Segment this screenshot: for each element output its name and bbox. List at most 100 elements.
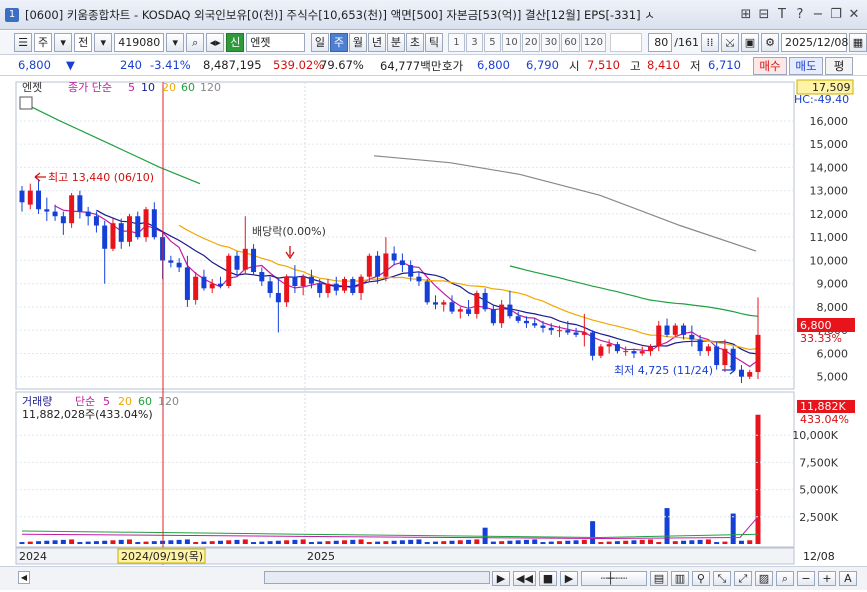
period-tab[interactable]: 주 [329, 33, 348, 52]
tool-icon[interactable]: ⤩ [721, 33, 739, 52]
interval-input[interactable] [610, 33, 642, 52]
volume-bar [52, 540, 58, 544]
candle-body [482, 292, 488, 310]
volume-bar [85, 541, 91, 544]
layout-icon[interactable]: ▤ [649, 571, 668, 586]
candle-body [590, 332, 596, 356]
volume-bar [474, 539, 480, 544]
candle-body [499, 304, 505, 324]
candle-body [399, 260, 405, 266]
minimize-icon[interactable]: − [811, 7, 825, 22]
split-icon[interactable]: ▥ [670, 571, 689, 586]
line-tool-icon[interactable]: ⤡ [712, 571, 731, 586]
scroll-left-icon[interactable]: ◀ [18, 571, 30, 584]
volume-bar [168, 540, 174, 544]
interval-button[interactable]: 3 [465, 33, 483, 52]
close-icon[interactable]: ✕ [847, 7, 861, 22]
gear-icon[interactable]: ⚙ [761, 33, 779, 52]
candle-body [606, 344, 612, 347]
play-icon[interactable]: ▶ [559, 571, 578, 586]
candle-body [93, 216, 99, 226]
candle-body [375, 255, 381, 277]
volume-bar [672, 541, 678, 544]
interval-button[interactable]: 1 [447, 33, 465, 52]
save-icon[interactable]: ⊟ [757, 7, 771, 22]
turnover-pct: 79.67% [320, 58, 364, 72]
period-tab[interactable]: 초 [405, 33, 424, 52]
search-icon[interactable]: ⌕ [186, 33, 205, 52]
eval-button[interactable]: 평 [825, 57, 853, 75]
code-dropdown-icon[interactable]: ▾ [166, 33, 185, 52]
pin-icon[interactable]: ⚲ [691, 571, 710, 586]
zoom-icon[interactable]: ⌕ [775, 571, 794, 586]
link-icon[interactable]: ⊞ [739, 7, 753, 22]
scroll-thumb[interactable] [264, 571, 490, 584]
window-controls: ⊞ ⊟ T ? − ❐ ✕ [739, 7, 861, 22]
stock-chart[interactable]: 5,0006,0007,0008,0009,00010,00011,00012,… [0, 78, 867, 570]
help-icon[interactable]: ? [793, 7, 807, 22]
volume-bar [623, 540, 629, 544]
code-input[interactable]: 419080 [114, 33, 165, 52]
restore-icon[interactable]: ❐ [829, 7, 843, 22]
calendar-icon[interactable]: ▦ [849, 33, 867, 52]
volume-bar [176, 539, 182, 544]
volume-bar [366, 542, 372, 544]
floppy-icon[interactable]: ▣ [741, 33, 759, 52]
prev-select[interactable]: 전 [74, 33, 93, 52]
market-select[interactable]: 주 [34, 33, 53, 52]
volume-bar [27, 541, 33, 544]
candle-body [515, 316, 521, 321]
bar-count-input[interactable]: 80 [647, 33, 673, 52]
date-input[interactable]: 2025/12/08 [781, 33, 848, 52]
price-tick: 6,000 [817, 347, 849, 360]
candle-body [308, 276, 314, 284]
candle-body [201, 276, 207, 289]
text-icon[interactable]: T [775, 7, 789, 22]
stock-name-field[interactable]: 엔젯 [246, 33, 305, 52]
minus-icon[interactable]: − [796, 571, 815, 586]
window-title: [0600] 키움종합차트 - KOSDAQ 외국인보유[0(천)] 주식수[1… [25, 7, 655, 22]
period-tab[interactable]: 월 [348, 33, 367, 52]
period-tab[interactable]: 틱 [424, 33, 443, 52]
image-icon[interactable]: ▨ [754, 571, 773, 586]
interval-button[interactable]: 60 [561, 33, 580, 52]
speaker-icon[interactable]: ◂▸ [206, 33, 225, 52]
speed-slider[interactable]: ┈┼┈┈ [580, 571, 647, 586]
volume-bar [573, 540, 579, 544]
candle-body [44, 209, 50, 212]
grid-icon[interactable]: ⁞⁞ [701, 33, 719, 52]
period-tab[interactable]: 일 [310, 33, 329, 52]
volume-bar [19, 542, 25, 544]
ma10-label: 10 [141, 81, 155, 94]
volume-bar [697, 539, 703, 544]
stock-label: 엔젯 [22, 81, 42, 94]
fib-icon[interactable]: ⤢ [733, 571, 752, 586]
candle-body [176, 262, 182, 268]
font-icon[interactable]: A [838, 571, 857, 586]
interval-button[interactable]: 10 [501, 33, 521, 52]
buy-button[interactable]: 매수 [753, 57, 787, 75]
scroll-right-icon[interactable]: ▶ [492, 571, 510, 586]
market-dropdown-icon[interactable]: ▾ [54, 33, 73, 52]
plus-icon[interactable]: + [817, 571, 836, 586]
menu-grid-button[interactable]: ☰ [14, 33, 32, 52]
ask-price: 6,790 [526, 58, 559, 72]
candle-body [557, 330, 563, 332]
interval-button[interactable]: 120 [580, 33, 607, 52]
cursor-date-label: 2024/09/19(목) [121, 550, 203, 563]
interval-button[interactable]: 30 [541, 33, 561, 52]
stop-icon[interactable]: ■ [538, 571, 557, 586]
current-pct-label: 33.33% [800, 332, 842, 345]
sell-button[interactable]: 매도 [789, 57, 823, 75]
candle-body [234, 255, 240, 270]
interval-button[interactable]: 5 [483, 33, 501, 52]
interval-button[interactable]: 20 [521, 33, 541, 52]
prev-dropdown-icon[interactable]: ▾ [94, 33, 113, 52]
volume-bar [143, 541, 149, 544]
period-tab[interactable]: 년 [367, 33, 386, 52]
rewind-icon[interactable]: ◀◀ [513, 571, 536, 586]
candle-body [523, 320, 529, 324]
high-price: 8,410 [647, 58, 680, 72]
period-tab[interactable]: 분 [386, 33, 405, 52]
candle-body [366, 255, 372, 277]
